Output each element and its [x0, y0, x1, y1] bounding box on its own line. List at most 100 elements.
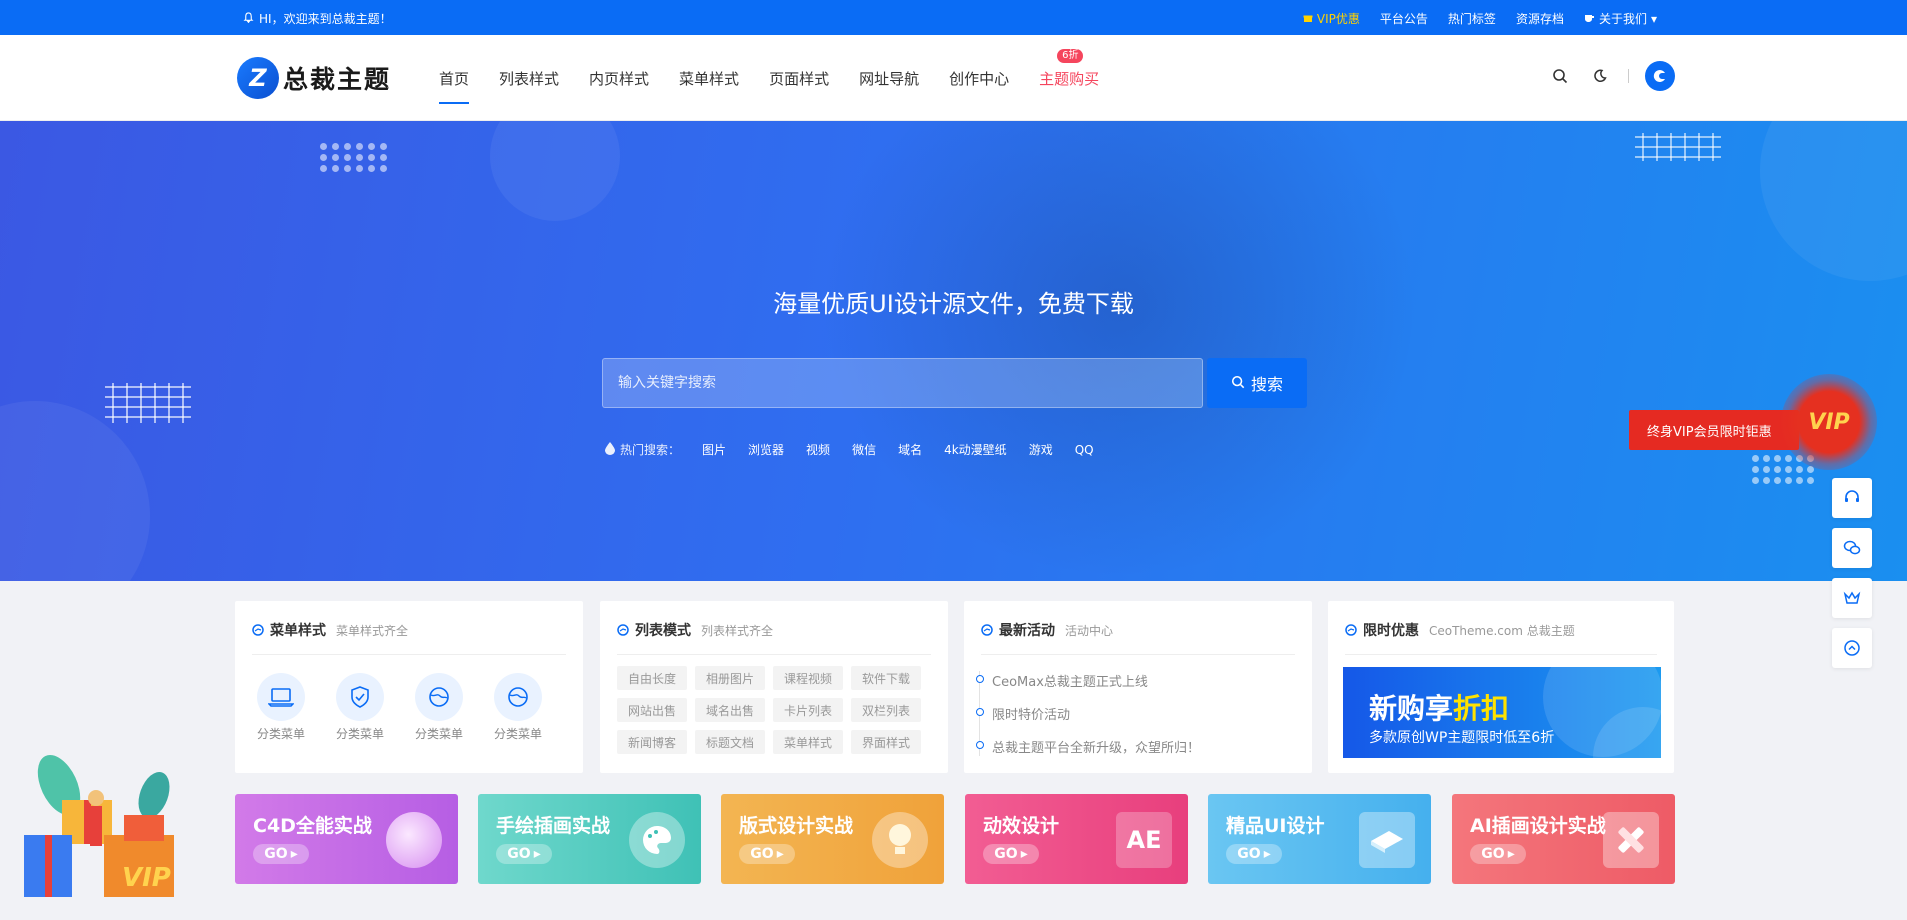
back-to-top-icon[interactable]: [1832, 628, 1872, 668]
vip-promo-tag[interactable]: 终身VIP会员限时钜惠: [1629, 410, 1799, 450]
go-button[interactable]: GO ▸: [983, 844, 1039, 864]
nav-item-list-style[interactable]: 列表样式: [499, 35, 559, 121]
promo-subline: 多款原创WP主题限时低至6折: [1369, 730, 1555, 746]
topbar-link-announcements[interactable]: 平台公告: [1380, 10, 1428, 27]
logo-mark-icon: Z: [237, 57, 279, 99]
go-button[interactable]: GO ▸: [253, 844, 309, 864]
search-icon[interactable]: [1548, 64, 1572, 88]
dark-mode-icon[interactable]: [1588, 64, 1612, 88]
nav-item-home[interactable]: 首页: [439, 35, 470, 121]
wechat-icon[interactable]: [1832, 528, 1872, 568]
nav-item-theme-purchase[interactable]: 6折 主题购买: [1039, 35, 1099, 121]
tag-chip[interactable]: 自由长度: [617, 666, 687, 690]
go-button[interactable]: GO ▸: [496, 844, 552, 864]
topbar-link-archive[interactable]: 资源存档: [1516, 10, 1564, 27]
card-subtitle: CeoTheme.com 总裁主题: [1429, 623, 1575, 638]
site-logo[interactable]: Z 总裁主题: [237, 57, 391, 99]
hot-term[interactable]: 浏览器: [748, 441, 784, 458]
tag-chip[interactable]: 双栏列表: [851, 698, 921, 722]
nav-item-page-style[interactable]: 页面样式: [769, 35, 829, 121]
go-button[interactable]: GO ▸: [739, 844, 795, 864]
hot-term[interactable]: 4k动漫壁纸: [944, 441, 1007, 458]
welcome-text: HI，欢迎来到总裁主题！: [259, 12, 392, 26]
hot-term[interactable]: QQ: [1075, 443, 1094, 457]
side-toolbar: [1832, 478, 1872, 668]
decor-grid: [105, 383, 191, 423]
topbar-link-tags[interactable]: 热门标签: [1448, 10, 1496, 27]
user-avatar[interactable]: [1645, 61, 1675, 91]
tag-chip[interactable]: 网站出售: [617, 698, 687, 722]
card-limited-offer: 限时优惠 CeoTheme.com 总裁主题 新购享折扣 多款原创WP主题限时低…: [1328, 601, 1674, 773]
tag-chip[interactable]: 域名出售: [695, 698, 765, 722]
planet-icon: [252, 621, 264, 640]
tag-chip[interactable]: 课程视频: [773, 666, 843, 690]
nav-item-inner-style[interactable]: 内页样式: [589, 35, 649, 121]
decor-dots: [320, 143, 388, 172]
planet-icon: [981, 621, 993, 640]
promo-banner[interactable]: 新购享折扣 多款原创WP主题限时低至6折: [1343, 667, 1661, 758]
decor-grid: [1635, 133, 1721, 161]
course-banner[interactable]: C4D全能实战 GO ▸: [235, 794, 458, 884]
go-button[interactable]: GO ▸: [1226, 844, 1282, 864]
customer-service-icon[interactable]: [1832, 478, 1872, 518]
course-banner[interactable]: 动效设计 GO ▸ AE: [965, 794, 1188, 884]
welcome-message: HI，欢迎来到总裁主题！: [243, 10, 392, 27]
hot-term[interactable]: 游戏: [1029, 441, 1053, 458]
keyboard-icon: [1359, 812, 1415, 868]
card-latest-activity: 最新活动 活动中心 CeoMax总裁主题正式上线 限时特价活动 总裁主题平台全新…: [964, 601, 1312, 773]
tag-chip[interactable]: 菜单样式: [773, 730, 843, 754]
site-header: Z 总裁主题 首页 列表样式 内页样式 菜单样式 页面样式 网址导航 创作中心 …: [0, 35, 1907, 121]
laptop-icon: [257, 673, 305, 721]
nav-item-url-nav[interactable]: 网址导航: [859, 35, 919, 121]
card-subtitle: 活动中心: [1065, 623, 1114, 638]
search-button[interactable]: 搜索: [1207, 358, 1307, 408]
news-item[interactable]: CeoMax总裁主题正式上线: [975, 671, 1200, 690]
tag-chip[interactable]: 卡片列表: [773, 698, 843, 722]
topbar-link-about[interactable]: 关于我们 ▾: [1584, 10, 1657, 27]
news-item[interactable]: 限时特价活动: [975, 704, 1200, 723]
hot-term[interactable]: 域名: [898, 441, 922, 458]
category-item[interactable]: 分类菜单: [413, 673, 465, 742]
tag-chip[interactable]: 界面样式: [851, 730, 921, 754]
hot-search: 热门搜索： 图片 浏览器 视频 微信 域名 4k动漫壁纸 游戏 QQ: [605, 441, 1094, 458]
hot-term[interactable]: 视频: [806, 441, 830, 458]
hot-term[interactable]: 微信: [852, 441, 876, 458]
top-bar: HI，欢迎来到总裁主题！ VIP优惠 平台公告 热门标签 资源存档 关于我们 ▾: [0, 0, 1907, 35]
card-title: 最新活动: [999, 623, 1055, 639]
course-banner[interactable]: AI插画设计实战 GO ▸: [1452, 794, 1675, 884]
nav-item-menu-style[interactable]: 菜单样式: [679, 35, 739, 121]
search-input[interactable]: [602, 358, 1203, 408]
hero-title: 海量优质UI设计源文件，免费下载: [773, 290, 1134, 318]
crown-icon[interactable]: [1832, 578, 1872, 618]
coffee-icon: [1584, 12, 1595, 26]
tag-chip[interactable]: 相册图片: [695, 666, 765, 690]
shield-icon: [336, 673, 384, 721]
nav-item-creator-center[interactable]: 创作中心: [949, 35, 1009, 121]
tag-chip[interactable]: 软件下载: [851, 666, 921, 690]
globe-icon: [415, 673, 463, 721]
vip-gift-illustration[interactable]: VIP: [14, 740, 179, 905]
planet-icon: [1345, 621, 1357, 640]
hot-term[interactable]: 图片: [702, 441, 726, 458]
hero-banner: 海量优质UI设计源文件，免费下载 搜索 热门搜索： 图片 浏览器 视频 微信 域…: [0, 121, 1907, 581]
tag-chip[interactable]: 标题文档: [695, 730, 765, 754]
ae-icon: AE: [1116, 812, 1172, 868]
news-item[interactable]: 总裁主题平台全新升级，众望所归！: [975, 737, 1200, 756]
course-banner[interactable]: 精品UI设计 GO ▸: [1208, 794, 1431, 884]
category-item[interactable]: 分类菜单: [492, 673, 544, 742]
main-nav: 首页 列表样式 内页样式 菜单样式 页面样式 网址导航 创作中心 6折 主题购买: [439, 35, 1099, 121]
vip-badge-text: VIP: [1808, 409, 1850, 435]
tag-chip[interactable]: 新闻博客: [617, 730, 687, 754]
vip-crown-icon[interactable]: VIP: [1781, 374, 1877, 470]
gift-icon: [1303, 12, 1313, 26]
category-item[interactable]: 分类菜单: [255, 673, 307, 742]
gift-vip-text: VIP: [122, 863, 171, 893]
header-divider: [1628, 69, 1629, 83]
go-button[interactable]: GO ▸: [1470, 844, 1526, 864]
topbar-link-vip[interactable]: VIP优惠: [1303, 10, 1360, 27]
card-title: 限时优惠: [1363, 623, 1419, 639]
globe-icon: [494, 673, 542, 721]
course-banner[interactable]: 版式设计实战 GO ▸: [721, 794, 944, 884]
category-item[interactable]: 分类菜单: [334, 673, 386, 742]
course-banner[interactable]: 手绘插画实战 GO ▸: [478, 794, 701, 884]
